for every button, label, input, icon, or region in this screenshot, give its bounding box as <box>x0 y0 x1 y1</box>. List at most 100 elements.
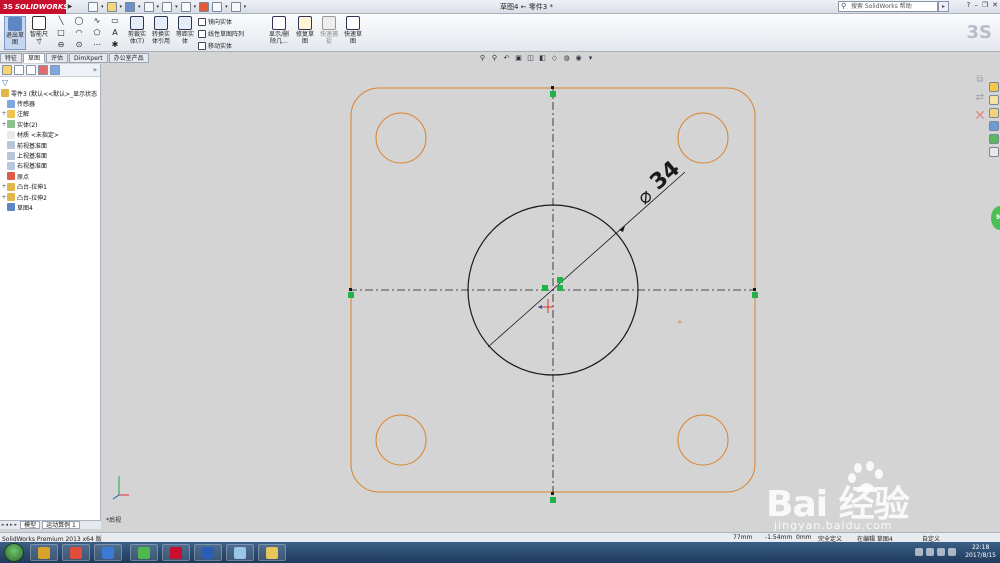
midpoint-constraint-icon[interactable] <box>752 292 758 298</box>
system-clock[interactable]: 22:18 2017/8/15 <box>965 544 996 560</box>
undo-icon[interactable] <box>162 1 173 12</box>
menu-arrow-icon[interactable]: ▶ <box>66 0 74 14</box>
point-icon[interactable]: ⊙ <box>74 40 84 49</box>
tree-item[interactable]: 右视基准面 <box>1 161 100 171</box>
dimension-leader[interactable] <box>487 171 686 348</box>
feature-tree-icon[interactable] <box>2 65 12 75</box>
section-view-icon[interactable]: ▣ <box>514 54 523 63</box>
rectangle-icon[interactable]: □ <box>56 28 66 37</box>
coincident-constraint-icon[interactable] <box>542 285 548 291</box>
start-button[interactable] <box>4 543 24 562</box>
overlay-badge-icon[interactable]: 99 <box>991 206 1000 230</box>
view-settings-icon[interactable]: ▾ <box>586 54 595 63</box>
midpoint-constraint-icon[interactable] <box>550 91 556 97</box>
save-icon[interactable] <box>125 1 136 12</box>
hole-top-left[interactable] <box>375 112 427 164</box>
tree-root[interactable]: 零件3 (默认<<默认>_显示状态 <box>1 88 100 98</box>
slot-icon[interactable]: ⊖ <box>56 40 66 49</box>
file-props-dropdown-icon[interactable]: ▾ <box>225 4 228 10</box>
tab-0[interactable]: 特征 <box>0 53 23 63</box>
tree-item[interactable]: + 凸台-拉伸2 <box>1 192 100 202</box>
accept-sketch-icon[interactable]: ⇄ <box>974 92 986 104</box>
text-icon[interactable]: A <box>110 28 120 37</box>
tree-item[interactable]: 草图4 <box>1 202 100 212</box>
rapid-sketch-button[interactable]: 快速草图 <box>342 16 364 50</box>
select-icon[interactable] <box>180 1 191 12</box>
tab-1[interactable]: 草图 <box>23 53 46 63</box>
taskbar-app-2[interactable] <box>62 544 90 561</box>
minimize-icon[interactable]: – <box>974 1 978 9</box>
trim-button[interactable]: 剪裁实体(T) <box>126 16 148 50</box>
view-palette-icon[interactable] <box>989 121 999 131</box>
tab-4[interactable]: 办公室产品 <box>108 53 149 63</box>
cancel-sketch-icon[interactable]: ✕ <box>974 109 986 123</box>
taskbar-app-1[interactable] <box>30 544 58 561</box>
more-tabs-icon[interactable]: » <box>93 66 97 74</box>
display-style-icon[interactable]: ◧ <box>538 54 547 63</box>
undo-dropdown-icon[interactable]: ▾ <box>175 4 178 10</box>
help-icon[interactable]: ? <box>967 1 971 9</box>
tree-item[interactable]: + 注解 <box>1 109 100 119</box>
tab-motion-study[interactable]: 运动算例 1 <box>42 521 80 529</box>
taskbar-paint[interactable] <box>226 544 254 561</box>
network-icon[interactable] <box>937 548 946 556</box>
tray-icon[interactable] <box>915 548 924 556</box>
config-manager-icon[interactable] <box>26 65 36 75</box>
tray-icon[interactable] <box>926 548 935 556</box>
open-dropdown-icon[interactable]: ▾ <box>120 4 123 10</box>
tree-filter[interactable]: ▽ <box>0 77 100 88</box>
tree-item[interactable]: + 实体(2) <box>1 119 100 129</box>
spline-icon[interactable]: ∿ <box>92 16 102 25</box>
options-icon[interactable] <box>230 1 241 12</box>
scene-icon[interactable]: ◉ <box>574 54 583 63</box>
resources-icon[interactable] <box>989 82 999 92</box>
exit-sketch-button[interactable]: 退出草图 <box>4 16 26 50</box>
zoom-to-area-icon[interactable]: ⚲ <box>490 54 499 63</box>
file-explorer-icon[interactable] <box>989 108 999 118</box>
print-dropdown-icon[interactable]: ▾ <box>157 4 160 10</box>
volume-icon[interactable] <box>948 548 957 556</box>
previous-view-icon[interactable]: ↶ <box>502 54 511 63</box>
display-relations-button[interactable]: 显示/删除几... <box>266 16 292 50</box>
help-search-input[interactable]: ⚲ 搜索 SolidWorks 帮助 ▸ <box>838 1 949 12</box>
endpoint-top[interactable] <box>551 86 554 89</box>
taskbar-word[interactable] <box>194 544 222 561</box>
plane-icon[interactable]: ✱ <box>110 40 120 49</box>
dimxpert-icon[interactable] <box>38 65 48 75</box>
close-icon[interactable]: ✕ <box>992 1 998 9</box>
tree-item[interactable]: 前视基准面 <box>1 140 100 150</box>
solidworks-logo[interactable]: 3S SOLIDWORKS <box>0 0 68 14</box>
offset-button[interactable]: 等距实体 <box>174 16 196 50</box>
endpoint-left[interactable] <box>349 288 352 291</box>
convert-entities-button[interactable]: 转换实体引用 <box>150 16 172 50</box>
hole-bottom-right[interactable] <box>677 414 729 466</box>
endpoint-bottom[interactable] <box>551 492 554 495</box>
quick-snaps-button[interactable]: 快速捕捉 <box>318 16 340 50</box>
design-library-icon[interactable] <box>989 95 999 105</box>
polygon-icon[interactable]: ⬠ <box>92 28 102 37</box>
window-tile-icon[interactable]: ⧉ <box>974 74 986 86</box>
new-doc-icon[interactable] <box>88 1 98 12</box>
rebuild-icon[interactable] <box>199 1 210 12</box>
taskbar-app-3[interactable] <box>94 544 122 561</box>
file-props-icon[interactable] <box>212 1 223 12</box>
edit-appearance-icon[interactable]: ◍ <box>562 54 571 63</box>
new-dropdown-icon[interactable]: ▾ <box>101 4 104 10</box>
tree-item[interactable]: 传感器 <box>1 98 100 108</box>
coincident-constraint-icon[interactable] <box>557 285 563 291</box>
restore-icon[interactable]: ❐ <box>982 1 988 9</box>
tree-item[interactable]: 上视基准面 <box>1 150 100 160</box>
hole-top-right[interactable] <box>677 112 729 164</box>
save-dropdown-icon[interactable]: ▾ <box>138 4 141 10</box>
last-tab-icon[interactable]: ▸ <box>14 522 19 528</box>
smart-dimension-button[interactable]: 智能尺寸 <box>28 16 50 50</box>
open-icon[interactable] <box>106 1 117 12</box>
property-manager-icon[interactable] <box>14 65 24 75</box>
hide-show-icon[interactable]: ◇ <box>550 54 559 63</box>
sketch-slot-icon[interactable]: ▭ <box>110 16 120 25</box>
endpoint-right[interactable] <box>753 288 756 291</box>
midpoint-constraint-icon[interactable] <box>550 497 556 503</box>
circle-icon[interactable]: ◯ <box>74 16 84 25</box>
taskbar-solidworks[interactable] <box>162 544 190 561</box>
coincident-constraint-icon[interactable] <box>557 277 563 283</box>
